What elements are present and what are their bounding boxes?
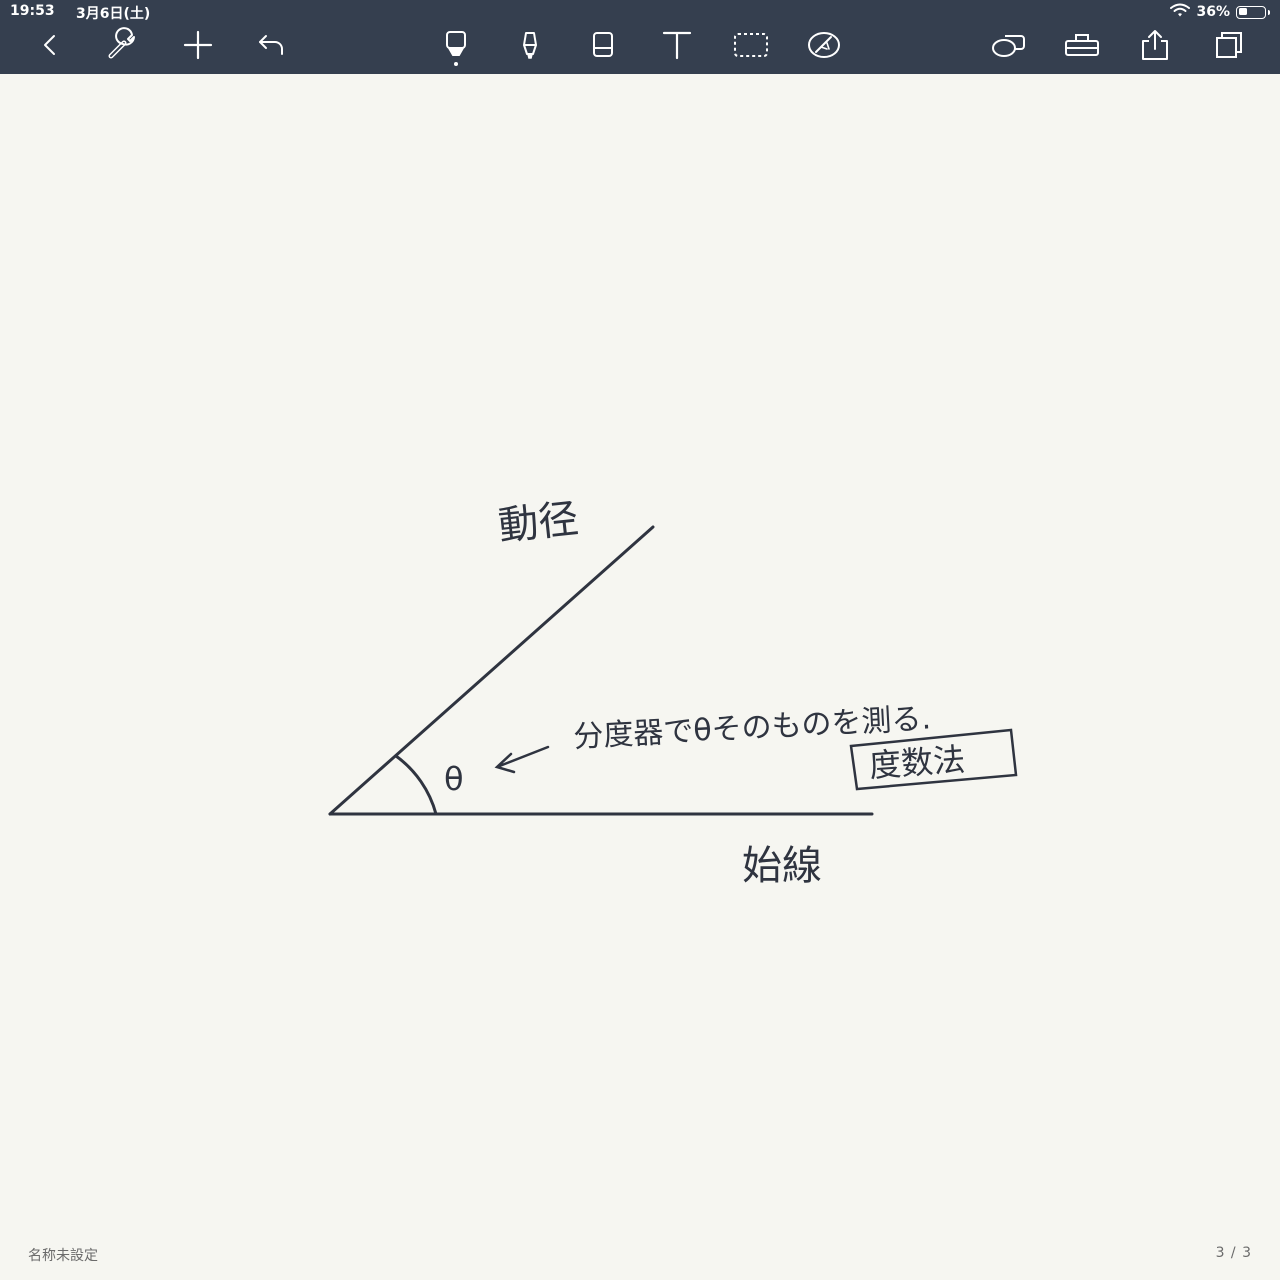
undo-button[interactable]: [251, 28, 291, 66]
plus-icon: [183, 30, 213, 64]
laser-pointer-button[interactable]: [804, 28, 844, 66]
top-toolbar: 19:53 3月6日(土) 36%: [0, 0, 1280, 74]
wifi-icon: [1170, 3, 1191, 21]
status-date: 3月6日(土): [76, 6, 151, 22]
pen-tool-button[interactable]: [436, 28, 476, 66]
active-tool-indicator: [454, 62, 458, 66]
eraser-tool-button[interactable]: [583, 28, 623, 66]
chevron-left-icon: [40, 34, 60, 60]
laser-pointer-icon: [807, 31, 841, 63]
status-bar: 19:53 3月6日(土) 36%: [0, 0, 1280, 22]
label-initial-line: 始線: [742, 843, 822, 889]
undo-icon: [256, 33, 286, 61]
battery-level: [1238, 8, 1248, 15]
pen-icon: [444, 30, 468, 64]
back-button[interactable]: [30, 28, 70, 66]
pages-icon: [1214, 30, 1244, 64]
label-terminal-side: 動径: [496, 496, 580, 550]
note-canvas[interactable]: 動径 始線 θ 分度器でθそのものを測る. 度数法: [0, 74, 1280, 1280]
share-icon: [1139, 29, 1171, 65]
lasso-icon: [733, 32, 769, 62]
text-icon: [662, 30, 692, 64]
arrow: [494, 745, 550, 774]
highlighter-icon: [518, 30, 542, 64]
share-button[interactable]: [1135, 28, 1175, 66]
layers-icon: [990, 31, 1026, 63]
battery-icon: [1236, 5, 1270, 19]
status-right: 36%: [1170, 3, 1270, 21]
page-tools-button[interactable]: [1062, 28, 1102, 66]
battery-percent: 36%: [1196, 4, 1230, 20]
wrench-icon: [107, 27, 141, 64]
layers-button[interactable]: [988, 28, 1028, 66]
highlighter-tool-button[interactable]: [510, 28, 550, 66]
status-time: 19:53: [10, 3, 55, 19]
angle-arc: [394, 754, 438, 816]
page-indicator: 3 / 3: [1215, 1245, 1252, 1261]
pages-button[interactable]: [1209, 28, 1249, 66]
text-tool-button[interactable]: [657, 28, 697, 66]
settings-button[interactable]: [104, 27, 144, 66]
label-theta: θ: [444, 760, 464, 798]
terminal-line: [328, 525, 655, 816]
document-title[interactable]: 名称未設定: [28, 1245, 98, 1265]
eraser-icon: [591, 30, 615, 64]
page-tools-icon: [1064, 32, 1100, 62]
add-button[interactable]: [178, 28, 218, 66]
lasso-tool-button[interactable]: [731, 28, 771, 66]
boxed-term: 度数法: [868, 740, 966, 785]
